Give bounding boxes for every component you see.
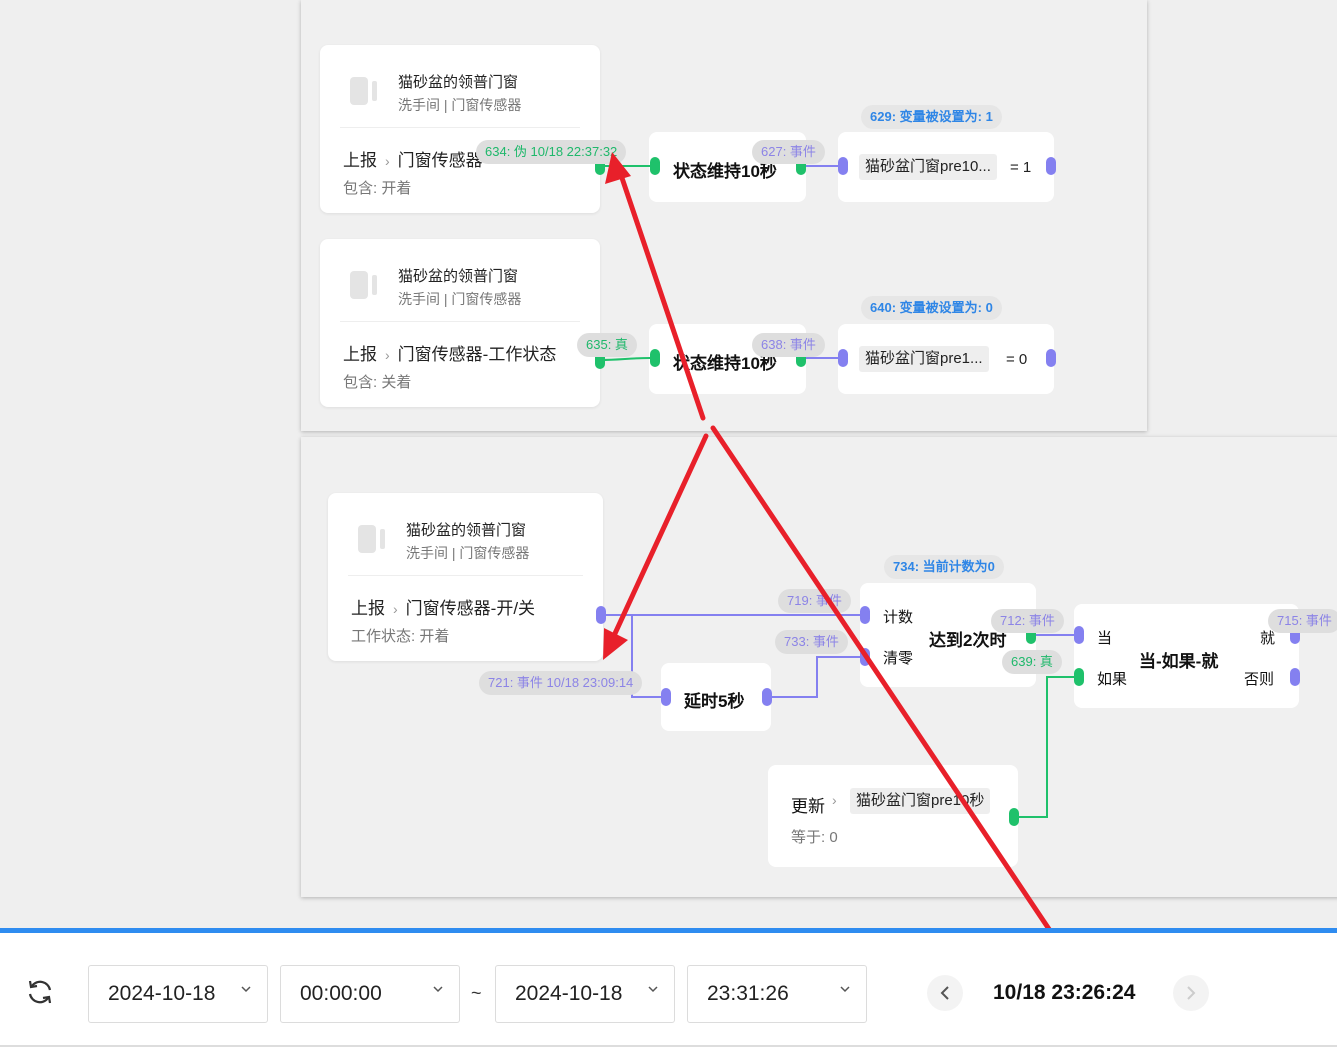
if-then-node[interactable]: 当 如果 当-如果-就 就 否则 (1074, 604, 1299, 708)
update-node[interactable]: 更新 › 猫砂盆门窗pre10秒 等于: 0 (768, 765, 1018, 867)
door-sensor-icon (350, 77, 377, 105)
device-location: 洗手间 | 门窗传感器 (398, 97, 522, 113)
variable-value: = 0 (1006, 351, 1028, 368)
counter-tag: 734: 当前计数为0 (884, 555, 1004, 579)
input-port[interactable] (860, 648, 870, 666)
device-name: 猫砂盆的领普门窗 (398, 268, 519, 285)
chevron-right-icon: › (832, 792, 837, 808)
variable-name: 猫砂盆门窗pre10秒 (850, 788, 991, 814)
end-date-select[interactable]: 2024-10-18 (495, 965, 675, 1023)
count-label: 计数 (883, 609, 914, 626)
event-tag: 715: 事件 (1268, 609, 1337, 633)
set-var-node-a[interactable]: 猫砂盆门窗pre10... = 1 (838, 132, 1054, 202)
event-name: 门窗传感器 (397, 151, 483, 170)
update-condition: 等于: 0 (791, 829, 838, 846)
event-tag: 634: 伪 10/18 22:37:32 (476, 140, 627, 164)
trigger-card-onoff[interactable]: 猫砂盆的领普门窗 洗手间 | 门窗传感器 上报 › 门窗传感器-开/关 工作状态: … (328, 493, 603, 661)
variable-name: 猫砂盆门窗pre10... (859, 154, 997, 180)
chevron-down-icon (840, 986, 850, 993)
set-var-node-b[interactable]: 猫砂盆门窗pre1... = 0 (838, 324, 1054, 394)
chevron-right-icon: › (385, 347, 390, 363)
chevron-right-icon (1187, 986, 1196, 1000)
report-row: 上报 › 门窗传感器 (343, 146, 483, 171)
if-label: 如果 (1097, 671, 1128, 688)
door-sensor-icon (358, 525, 385, 553)
report-row: 上报 › 门窗传感器-工作状态 (343, 340, 556, 365)
variable-value: = 1 (1010, 159, 1032, 176)
input-port[interactable] (650, 349, 660, 367)
event-tag: 638: 事件 (752, 333, 825, 357)
end-time-value: 23:31:26 (707, 982, 789, 1005)
variable-tag: 629: 变量被设置为: 1 (861, 105, 1002, 129)
device-location: 洗手间 | 门窗传感器 (398, 291, 522, 307)
start-date-select[interactable]: 2024-10-18 (88, 965, 268, 1023)
reset-label: 清零 (883, 650, 914, 667)
report-label: 上报 (351, 599, 385, 618)
event-name: 门窗传感器-开/关 (405, 599, 536, 618)
report-row: 上报 › 门窗传感器-开/关 (351, 594, 535, 619)
start-time-select[interactable]: 00:00:00 (280, 965, 460, 1023)
output-port[interactable] (1046, 157, 1056, 175)
if-then-title: 当-如果-就 (1139, 652, 1219, 671)
input-port[interactable] (860, 606, 870, 624)
report-label: 上报 (343, 345, 377, 364)
input-port[interactable] (1074, 668, 1084, 686)
event-tag: 639: 真 (1002, 650, 1062, 674)
divider (348, 575, 583, 576)
input-port[interactable] (1074, 626, 1084, 644)
output-port[interactable] (1009, 808, 1019, 826)
trigger-card-status[interactable]: 猫砂盆的领普门窗 洗手间 | 门窗传感器 上报 › 门窗传感器-工作状态 包含: 关… (320, 239, 600, 407)
chevron-right-icon: › (385, 153, 390, 169)
start-time-value: 00:00:00 (300, 982, 382, 1005)
variable-name: 猫砂盆门窗pre1... (859, 346, 989, 372)
output-port[interactable] (1290, 668, 1300, 686)
report-label: 上报 (343, 151, 377, 170)
event-tag: 733: 事件 (775, 630, 848, 654)
device-name: 猫砂盆的领普门窗 (398, 74, 519, 91)
delay-node[interactable]: 延时5秒 (661, 663, 771, 731)
input-port[interactable] (838, 157, 848, 175)
chevron-left-icon (940, 986, 949, 1000)
divider (340, 127, 580, 128)
chevron-down-icon (241, 986, 251, 993)
input-port[interactable] (838, 349, 848, 367)
update-label: 更新 (791, 797, 825, 816)
refresh-icon[interactable] (25, 977, 55, 1007)
output-port[interactable] (596, 606, 606, 624)
event-tag: 721: 事件 10/18 23:09:14 (479, 671, 643, 695)
divider (340, 321, 580, 322)
trigger-card-open[interactable]: 猫砂盆的领普门窗 洗手间 | 门窗传感器 上报 › 门窗传感器 包含: 开着 (320, 45, 600, 213)
input-port[interactable] (650, 157, 660, 175)
prev-button[interactable] (927, 975, 963, 1011)
variable-tag: 640: 变量被设置为: 0 (861, 296, 1002, 320)
event-tag: 635: 真 (577, 333, 637, 357)
device-location: 洗手间 | 门窗传感器 (406, 545, 530, 561)
door-sensor-icon (350, 271, 377, 299)
end-time-select[interactable]: 23:31:26 (687, 965, 867, 1023)
end-date-value: 2024-10-18 (515, 982, 623, 1005)
event-condition: 包含: 关着 (343, 374, 412, 391)
event-name: 门窗传感器-工作状态 (397, 345, 557, 364)
chevron-down-icon (648, 986, 658, 993)
event-tag: 627: 事件 (752, 140, 825, 164)
device-name: 猫砂盆的领普门窗 (406, 522, 527, 539)
event-condition: 包含: 开着 (343, 180, 412, 197)
event-tag: 712: 事件 (991, 609, 1064, 633)
when-label: 当 (1097, 630, 1113, 647)
current-time: 10/18 23:26:24 (993, 981, 1136, 1004)
input-port[interactable] (661, 688, 671, 706)
else-label: 否则 (1244, 671, 1275, 688)
chevron-down-icon (433, 986, 443, 993)
delay-node-label: 延时5秒 (684, 692, 745, 711)
output-port[interactable] (762, 688, 772, 706)
chevron-right-icon: › (393, 601, 398, 617)
event-tag: 719: 事件 (778, 589, 851, 613)
time-range-toolbar: 2024-10-18 00:00:00 ~ 2024-10-18 23:31:2… (0, 928, 1337, 1047)
range-separator: ~ (471, 983, 482, 1003)
start-date-value: 2024-10-18 (108, 982, 216, 1005)
next-button[interactable] (1173, 975, 1209, 1011)
event-condition: 工作状态: 开着 (351, 628, 450, 645)
output-port[interactable] (1046, 349, 1056, 367)
